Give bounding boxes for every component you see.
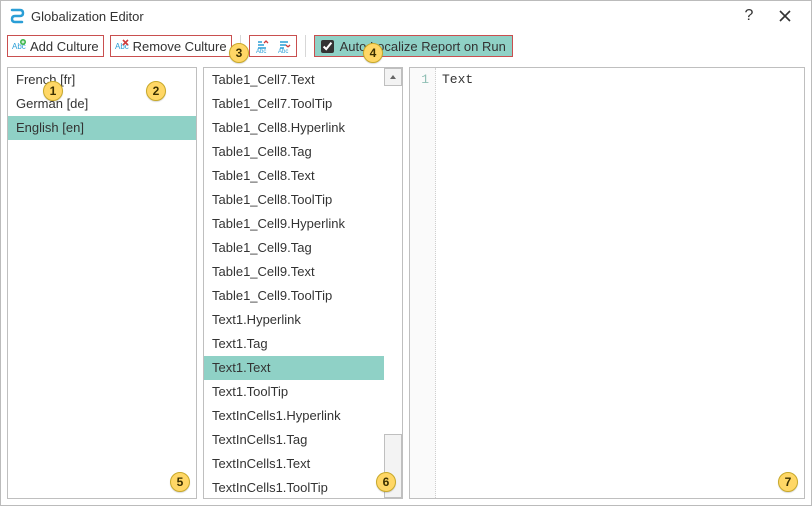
- editor-gutter: 1: [410, 68, 436, 498]
- svg-text:Abc: Abc: [256, 49, 266, 54]
- remove-culture-label: Remove Culture: [133, 39, 227, 54]
- property-list-item[interactable]: Table1_Cell9.Hyperlink: [204, 212, 384, 236]
- auto-localize-toggle[interactable]: Auto Localize Report on Run: [314, 35, 513, 57]
- property-list-item[interactable]: Table1_Cell8.Text: [204, 164, 384, 188]
- property-list-item[interactable]: TextInCells1.Tag: [204, 428, 384, 452]
- callout-5: 5: [170, 472, 190, 492]
- svg-text:Abc: Abc: [278, 49, 288, 54]
- cultures-pane: French [fr]German [de]English [en] 5: [7, 67, 197, 499]
- properties-pane: Table1_Cell7.TextTable1_Cell7.ToolTipTab…: [203, 67, 403, 499]
- property-list-item[interactable]: TextInCells1.Text: [204, 452, 384, 476]
- toolbar-separator-2: [305, 35, 306, 57]
- sort-desc-icon: Abc: [276, 38, 292, 54]
- property-list-item[interactable]: Table1_Cell8.Tag: [204, 140, 384, 164]
- localize-tools-group: Abc Abc: [249, 35, 297, 57]
- property-list-item[interactable]: Table1_Cell8.ToolTip: [204, 188, 384, 212]
- culture-list-item[interactable]: French [fr]: [8, 68, 196, 92]
- remove-culture-icon: Abc: [115, 38, 129, 55]
- add-culture-button[interactable]: Abc Add Culture: [7, 35, 104, 57]
- property-list-item[interactable]: Text1.Hyperlink: [204, 308, 384, 332]
- title-bar: Globalization Editor ?: [1, 1, 811, 31]
- sort-desc-button[interactable]: Abc: [276, 38, 292, 54]
- callout-3: 3: [229, 43, 249, 63]
- property-list-item[interactable]: Table1_Cell7.Text: [204, 68, 384, 92]
- auto-localize-checkbox[interactable]: [321, 40, 334, 53]
- editor-pane: 1 Text 7: [409, 67, 805, 499]
- property-list-item[interactable]: Text1.Text: [204, 356, 384, 380]
- body: French [fr]German [de]English [en] 5 Tab…: [1, 61, 811, 505]
- sort-asc-button[interactable]: Abc: [254, 38, 270, 54]
- callout-4: 4: [363, 43, 383, 63]
- close-button[interactable]: [767, 4, 803, 28]
- window-title: Globalization Editor: [31, 9, 144, 24]
- editor-text-area[interactable]: Text: [436, 68, 804, 498]
- property-list-item[interactable]: Text1.Tag: [204, 332, 384, 356]
- property-list-item[interactable]: TextInCells1.ToolTip: [204, 476, 384, 498]
- callout-1: 1: [43, 81, 63, 101]
- property-list-item[interactable]: Table1_Cell9.Text: [204, 260, 384, 284]
- help-button[interactable]: ?: [731, 4, 767, 28]
- toolbar: Abc Add Culture Abc Remove Culture: [1, 31, 811, 61]
- sort-asc-icon: Abc: [254, 38, 270, 54]
- property-list-item[interactable]: Table1_Cell9.ToolTip: [204, 284, 384, 308]
- property-list-item[interactable]: Table1_Cell9.Tag: [204, 236, 384, 260]
- callout-2: 2: [146, 81, 166, 101]
- globalization-editor-window: Globalization Editor ? Abc Add Culture A…: [0, 0, 812, 506]
- line-number: 1: [410, 72, 429, 87]
- cultures-list[interactable]: French [fr]German [de]English [en]: [8, 68, 196, 498]
- culture-list-item[interactable]: German [de]: [8, 92, 196, 116]
- add-culture-label: Add Culture: [30, 39, 99, 54]
- callout-7: 7: [778, 472, 798, 492]
- property-list-item[interactable]: Table1_Cell7.ToolTip: [204, 92, 384, 116]
- properties-list[interactable]: Table1_Cell7.TextTable1_Cell7.ToolTipTab…: [204, 68, 402, 498]
- app-logo-icon: [9, 8, 25, 24]
- property-list-item[interactable]: Text1.ToolTip: [204, 380, 384, 404]
- callout-6: 6: [376, 472, 396, 492]
- property-list-item[interactable]: Table1_Cell8.Hyperlink: [204, 116, 384, 140]
- scroll-up-button[interactable]: [384, 68, 402, 86]
- remove-culture-button[interactable]: Abc Remove Culture: [110, 35, 232, 57]
- property-list-item[interactable]: TextInCells1.Hyperlink: [204, 404, 384, 428]
- add-culture-icon: Abc: [12, 38, 26, 55]
- culture-list-item[interactable]: English [en]: [8, 116, 196, 140]
